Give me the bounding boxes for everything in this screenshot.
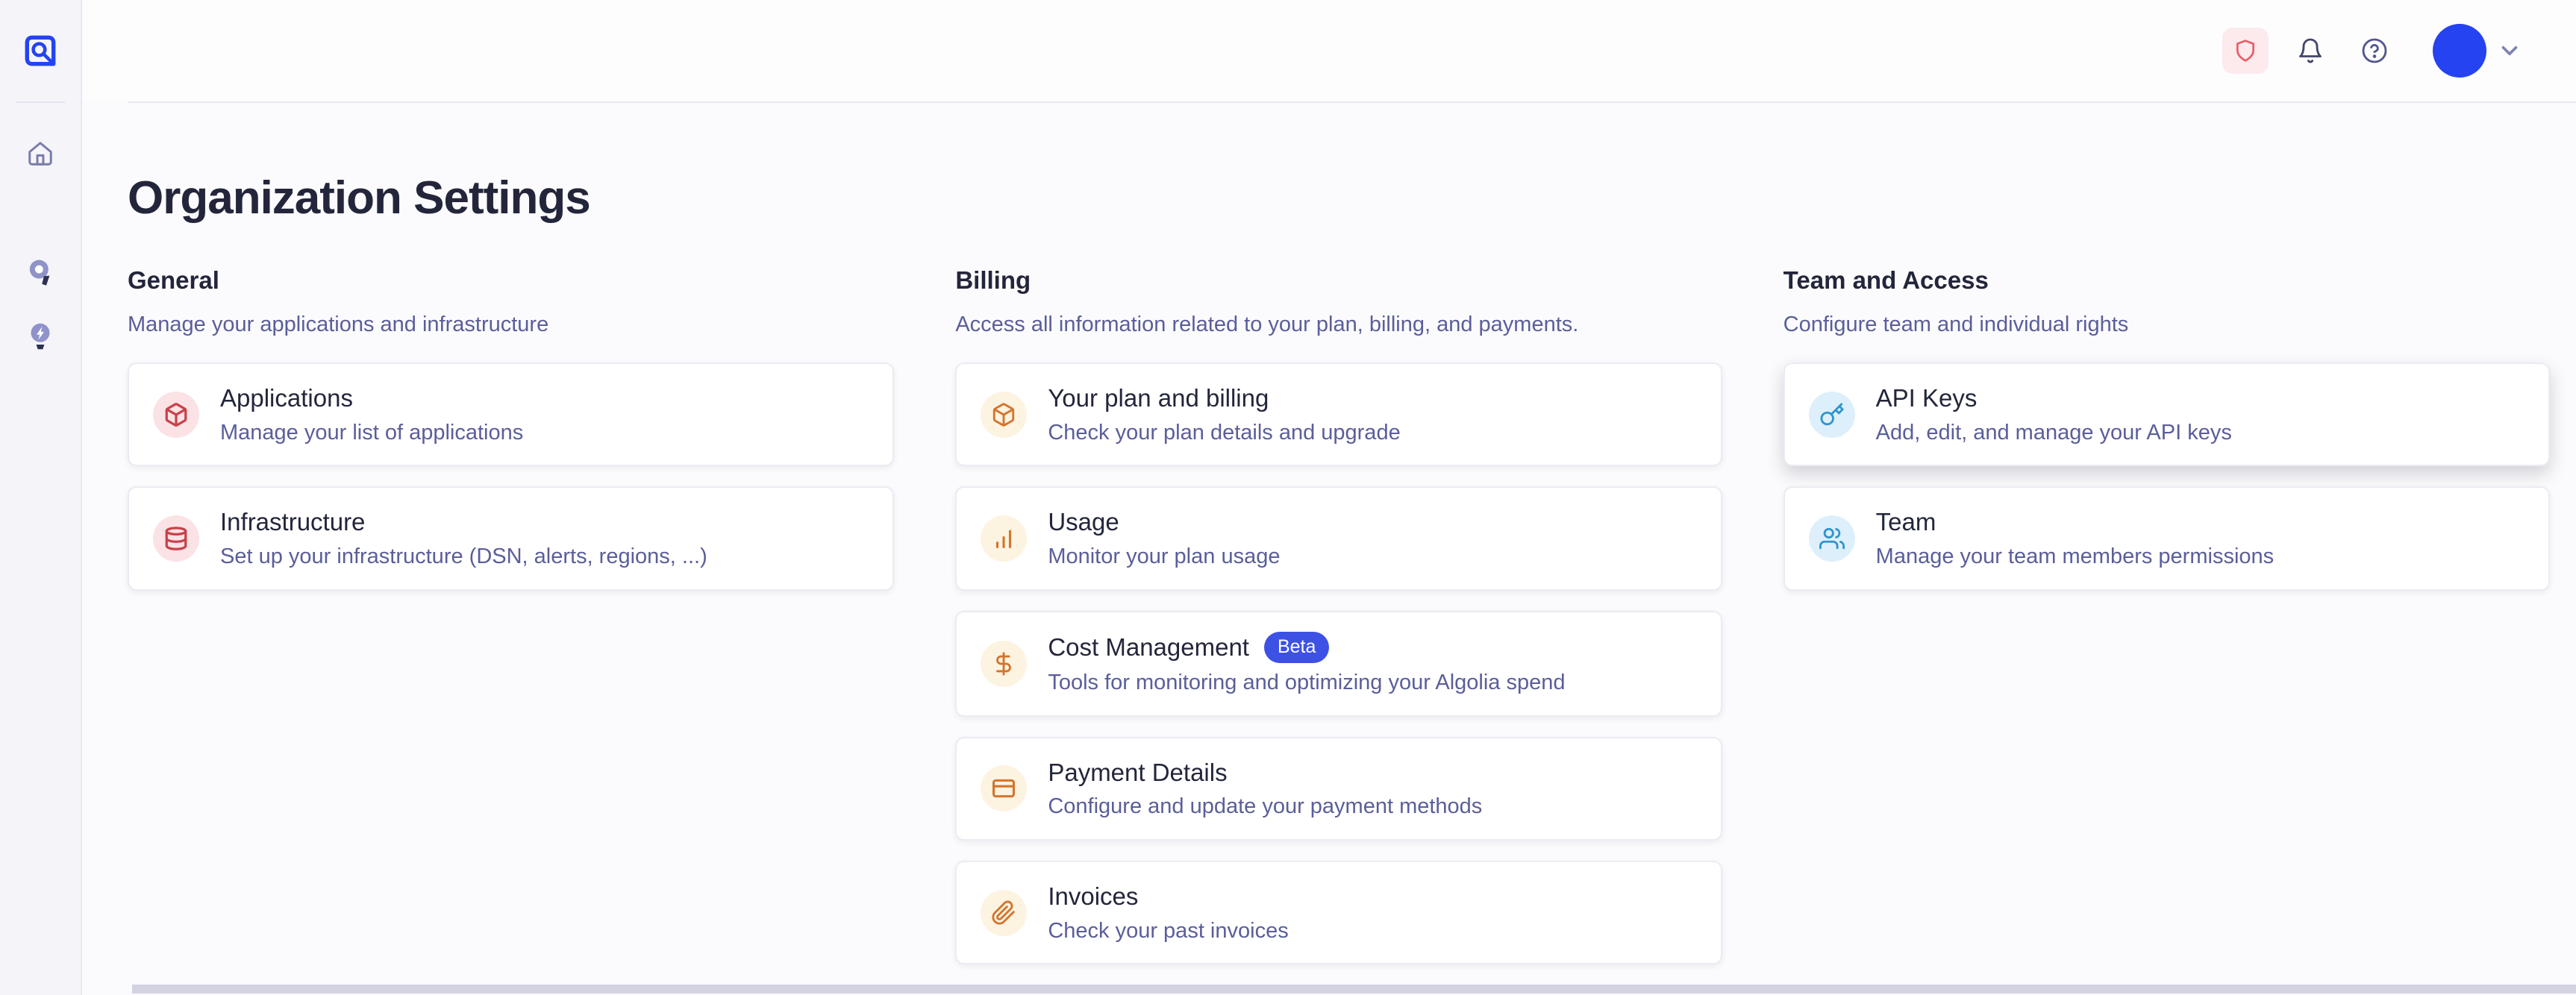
section-description: Manage your applications and infrastruct… — [128, 313, 894, 337]
card-description: Manage your team members permissions — [1876, 544, 2274, 570]
card-infrastructure[interactable]: Infrastructure Set up your infrastructur… — [128, 486, 894, 590]
users-icon — [1809, 515, 1855, 562]
card-description: Tools for monitoring and optimizing your… — [1048, 670, 1565, 696]
sidebar — [0, 0, 82, 995]
security-shield-button[interactable] — [2222, 28, 2269, 74]
card-cost-management[interactable]: Cost Management Beta Tools for monitorin… — [955, 611, 1722, 717]
card-description: Set up your infrastructure (DSN, alerts,… — [220, 544, 707, 570]
main-content: Organization Settings General Manage you… — [128, 103, 2550, 964]
lightbulb-icon — [25, 321, 55, 354]
sidebar-item-ideas[interactable] — [22, 319, 58, 355]
dollar-icon — [981, 641, 1027, 687]
card-description: Add, edit, and manage your API keys — [1876, 420, 2232, 446]
database-icon — [153, 515, 199, 562]
card-payment-details[interactable]: Payment Details Configure and update you… — [955, 737, 1722, 841]
question-circle-icon — [2361, 37, 2388, 64]
beta-badge: Beta — [1264, 632, 1329, 663]
home-icon — [26, 139, 54, 168]
card-description: Check your plan details and upgrade — [1048, 420, 1400, 446]
avatar[interactable] — [2433, 24, 2486, 78]
card-applications[interactable]: Applications Manage your list of applica… — [128, 362, 894, 466]
card-title: Infrastructure — [220, 507, 365, 537]
card-invoices[interactable]: Invoices Check your past invoices — [955, 861, 1722, 964]
credit-card-icon — [981, 765, 1027, 812]
page-title: Organization Settings — [128, 172, 2550, 225]
card-description: Check your past invoices — [1048, 918, 1288, 944]
card-title: Applications — [220, 383, 353, 413]
card-title: API Keys — [1876, 383, 1978, 413]
sidebar-item-search[interactable] — [22, 255, 58, 291]
section-description: Configure team and individual rights — [1783, 313, 2550, 337]
shield-icon — [2233, 39, 2257, 63]
sidebar-divider — [16, 101, 65, 103]
horizontal-scrollbar[interactable] — [132, 985, 2576, 994]
section-team-and-access: Team and Access Configure team and indiv… — [1783, 266, 2550, 591]
section-description: Access all information related to your p… — [955, 313, 1722, 337]
search-icon — [25, 257, 55, 289]
card-title: Team — [1876, 507, 1936, 537]
section-title: General — [128, 266, 894, 295]
section-billing: Billing Access all information related t… — [955, 266, 1722, 964]
card-title: Payment Details — [1048, 758, 1227, 788]
card-team[interactable]: Team Manage your team members permission… — [1783, 486, 2550, 590]
topbar — [84, 0, 2576, 101]
section-title: Billing — [955, 266, 1722, 295]
card-description: Manage your list of applications — [220, 420, 523, 446]
bar-chart-icon — [981, 515, 1027, 562]
card-title: Usage — [1048, 507, 1119, 537]
sidebar-item-home[interactable] — [22, 136, 58, 172]
card-usage[interactable]: Usage Monitor your plan usage — [955, 486, 1722, 590]
algolia-logo[interactable] — [22, 0, 59, 101]
notifications-button[interactable] — [2292, 33, 2328, 69]
section-general: General Manage your applications and inf… — [128, 266, 894, 591]
card-description: Monitor your plan usage — [1048, 544, 1280, 570]
settings-grid: General Manage your applications and inf… — [128, 266, 2550, 964]
card-api-keys[interactable]: API Keys Add, edit, and manage your API … — [1783, 362, 2550, 466]
card-title: Your plan and billing — [1048, 383, 1269, 413]
paperclip-icon — [981, 890, 1027, 936]
package-icon — [153, 392, 199, 438]
bell-icon — [2297, 37, 2324, 64]
card-description: Configure and update your payment method… — [1048, 794, 1482, 820]
help-button[interactable] — [2357, 33, 2392, 69]
section-title: Team and Access — [1783, 266, 2550, 295]
chevron-down-icon — [2497, 38, 2522, 63]
card-title: Invoices — [1048, 882, 1138, 911]
box-icon — [981, 392, 1027, 438]
key-icon — [1809, 392, 1855, 438]
card-title: Cost Management — [1048, 633, 1249, 662]
user-menu[interactable] — [2433, 24, 2522, 78]
card-plan-and-billing[interactable]: Your plan and billing Check your plan de… — [955, 362, 1722, 466]
